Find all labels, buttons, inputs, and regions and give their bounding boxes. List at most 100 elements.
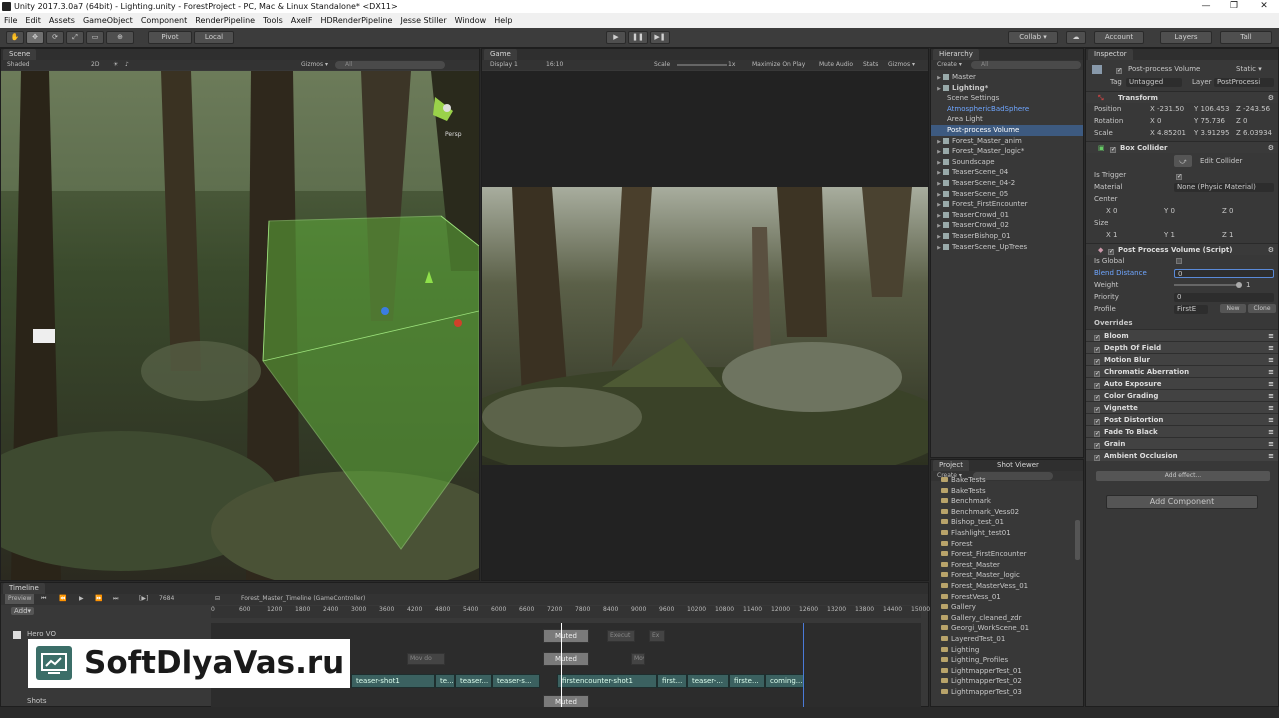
menu-renderpipeline[interactable]: RenderPipeline	[191, 13, 259, 28]
override-item[interactable]: ✓ Fade To Black ≡	[1086, 425, 1278, 437]
is-global-checkbox[interactable]	[1176, 258, 1182, 264]
project-folder-item[interactable]: Lighting	[931, 645, 1083, 656]
profile-clone-button[interactable]: Clone	[1248, 304, 1276, 313]
hierarchy-item[interactable]: ▶ TeaserScene_04-2	[931, 178, 1083, 189]
cloud-icon[interactable]: ☁	[1066, 31, 1086, 44]
hierarchy-item[interactable]: ▶ TeaserScene_04	[931, 167, 1083, 178]
project-folder-item[interactable]: Flashlight_test01	[931, 528, 1083, 539]
tab-hierarchy[interactable]: Hierarchy	[933, 49, 979, 60]
override-item[interactable]: ✓ Chromatic Aberration ≡	[1086, 365, 1278, 377]
project-folder-item[interactable]: BakeTests	[931, 486, 1083, 497]
position-y-field[interactable]: 106.453	[1201, 105, 1230, 113]
override-menu-icon[interactable]: ≡	[1268, 450, 1274, 462]
position-z-field[interactable]: -243.56	[1243, 105, 1270, 113]
track-header-shots[interactable]: Shots	[1, 695, 211, 707]
override-item[interactable]: ✓ Ambient Occlusion ≡	[1086, 449, 1278, 461]
override-item[interactable]: ✓ Auto Exposure ≡	[1086, 377, 1278, 389]
override-item[interactable]: ✓ Motion Blur ≡	[1086, 353, 1278, 365]
menu-component[interactable]: Component	[137, 13, 191, 28]
timeline-play-icon[interactable]: ▶	[79, 594, 84, 604]
timeline-ruler[interactable]: 0 600 1200 1800 2400 3000 3600 4200 4800 5400 6000…	[211, 606, 930, 618]
tab-inspector[interactable]: Inspector	[1088, 49, 1133, 60]
scale-z-field[interactable]: 6.03934	[1243, 129, 1272, 137]
project-folder-item[interactable]: BakeTests	[931, 475, 1083, 486]
pivot-toggle[interactable]: Pivot	[148, 31, 192, 44]
override-item[interactable]: ✓ Grain ≡	[1086, 437, 1278, 449]
shot-clip[interactable]: coming...	[765, 674, 805, 688]
tab-shot-viewer[interactable]: Shot Viewer	[991, 460, 1045, 471]
light-toggle-icon[interactable]: ☀	[113, 60, 118, 70]
blend-distance-field[interactable]: 0	[1174, 268, 1274, 278]
goto-end-icon[interactable]: ⏭	[113, 594, 118, 604]
display-dropdown[interactable]: Display 1	[490, 60, 518, 70]
playhead[interactable]	[561, 623, 562, 707]
weight-slider-thumb[interactable]	[1236, 282, 1242, 288]
scale-slider[interactable]	[677, 64, 727, 66]
weight-slider[interactable]	[1174, 284, 1240, 286]
shot-clip[interactable]: te...	[435, 674, 455, 688]
shot-clip[interactable]: teaser-s...	[492, 674, 540, 688]
override-item[interactable]: ✓ Bloom ≡	[1086, 329, 1278, 341]
maximize-on-play-toggle[interactable]: Maximize On Play	[752, 60, 805, 70]
edit-collider-icon[interactable]: ⤻	[1174, 155, 1192, 167]
hierarchy-search-input[interactable]: All	[971, 61, 1081, 69]
rotation-z-field[interactable]: 0	[1243, 117, 1247, 125]
shot-clip[interactable]: firstencounter-shot1	[557, 674, 657, 688]
game-gizmos-dropdown[interactable]: Gizmos ▾	[888, 60, 915, 70]
hierarchy-item[interactable]: Post-process Volume	[931, 124, 1083, 136]
hierarchy-item[interactable]: ▶ Lighting*	[931, 83, 1083, 94]
priority-field[interactable]: 0	[1174, 292, 1274, 302]
rotation-y-field[interactable]: 75.736	[1201, 117, 1226, 125]
scene-search-input[interactable]: All	[335, 61, 445, 69]
tab-scene[interactable]: Scene	[3, 49, 37, 60]
static-dropdown[interactable]: Static ▾	[1236, 62, 1262, 76]
step-icon[interactable]: ▶❚	[650, 31, 670, 44]
menu-axelf[interactable]: AxelF	[287, 13, 317, 28]
project-folder-item[interactable]: LightmapperTest_01	[931, 666, 1083, 677]
hierarchy-item[interactable]: Scene Settings	[931, 93, 1083, 104]
override-item[interactable]: ✓ Color Grading ≡	[1086, 389, 1278, 401]
hierarchy-item[interactable]: ▶ TeaserCrowd_01	[931, 210, 1083, 221]
hierarchy-create-dropdown[interactable]: Create ▾	[937, 60, 962, 70]
project-folder-item[interactable]: Gallery	[931, 602, 1083, 613]
add-effect-button[interactable]: Add effect...	[1096, 471, 1270, 481]
menu-window[interactable]: Window	[451, 13, 491, 28]
shot-clip[interactable]: teaser-shot1	[351, 674, 435, 688]
hierarchy-item[interactable]: ▶ TeaserCrowd_02	[931, 220, 1083, 231]
project-folder-item[interactable]: Forest_FirstEncounter	[931, 549, 1083, 560]
profile-field[interactable]: FirstE	[1174, 304, 1208, 314]
project-folder-item[interactable]: Forest_Master	[931, 560, 1083, 571]
hand-tool-icon[interactable]: ✋	[6, 31, 24, 44]
muted-clip[interactable]: Muted	[543, 695, 589, 707]
menu-help[interactable]: Help	[490, 13, 516, 28]
frame-field[interactable]: 7684	[159, 594, 174, 604]
play-icon[interactable]: ▶	[606, 31, 626, 44]
scale-y-field[interactable]: 3.91295	[1201, 129, 1230, 137]
scene-viewport[interactable]: Persp	[1, 71, 479, 580]
project-folder-item[interactable]: LightmapperTest_03	[931, 687, 1083, 698]
menu-assets[interactable]: Assets	[45, 13, 79, 28]
tab-timeline[interactable]: Timeline	[3, 583, 45, 594]
hierarchy-item[interactable]: ▶ Soundscape	[931, 157, 1083, 168]
scale-x-field[interactable]: 4.85201	[1157, 129, 1186, 137]
object-name-field[interactable]: Post-process Volume	[1128, 62, 1200, 76]
scene-gizmos-dropdown[interactable]: Gizmos ▾	[301, 60, 328, 70]
project-folder-item[interactable]: Benchmark_Vess02	[931, 507, 1083, 518]
hierarchy-item[interactable]: ▶ Forest_FirstEncounter	[931, 199, 1083, 210]
add-track-button[interactable]: Add▾	[11, 607, 35, 615]
hierarchy-item[interactable]: ▶ TeaserBishop_01	[931, 231, 1083, 242]
layer-dropdown[interactable]: PostProcessi	[1214, 77, 1274, 87]
material-field[interactable]: None (Physic Material)	[1174, 182, 1274, 192]
minimize-button[interactable]: —	[1191, 0, 1221, 13]
account-dropdown[interactable]: Account	[1094, 31, 1144, 44]
tab-game[interactable]: Game	[484, 49, 517, 60]
pause-icon[interactable]: ❚❚	[628, 31, 648, 44]
hierarchy-item[interactable]: ▶ Forest_Master_anim	[931, 136, 1083, 147]
rotate-tool-icon[interactable]: ⟳	[46, 31, 64, 44]
menu-gameobject[interactable]: GameObject	[79, 13, 137, 28]
playrange-icon[interactable]: [▶]	[139, 594, 148, 604]
audio-toggle-icon[interactable]: ♪	[125, 60, 129, 70]
shot-clip[interactable]: first...	[657, 674, 687, 688]
ghost-clip[interactable]: Ex	[649, 630, 665, 642]
collab-dropdown[interactable]: Collab ▾	[1008, 31, 1058, 44]
